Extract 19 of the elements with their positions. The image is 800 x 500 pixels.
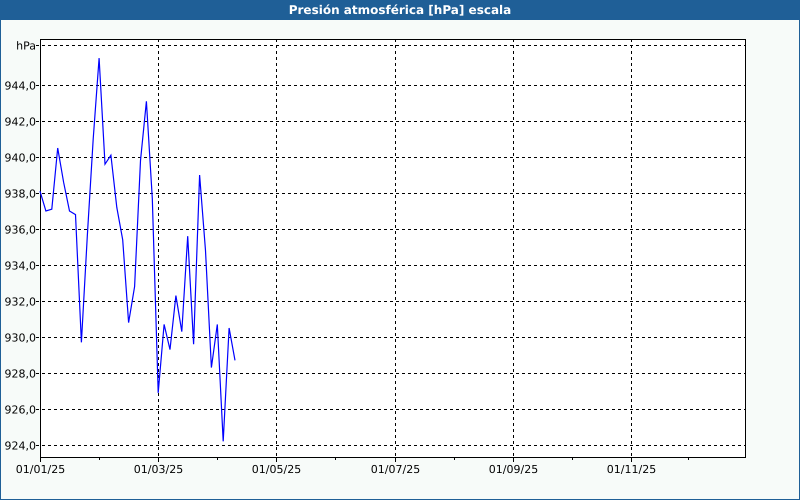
axis-label: 940,0 (4, 152, 36, 164)
axis-label: 928,0 (4, 368, 36, 380)
axis-label: 934,0 (4, 260, 36, 272)
axis-label: 01/03/25 (134, 463, 184, 476)
axis-label: 930,0 (4, 332, 36, 344)
axis-label: 926,0 (4, 404, 36, 416)
axis-label: 936,0 (4, 224, 36, 236)
window-title: Presión atmosférica [hPa] escala (288, 3, 512, 17)
axis-label: 01/11/25 (606, 463, 656, 476)
axis-label: 938,0 (4, 188, 36, 200)
axis-label: 01/07/25 (370, 463, 420, 476)
axis-title: hPa (16, 40, 36, 52)
axis-label: 944,0 (4, 80, 36, 92)
axis-label: 932,0 (4, 296, 36, 308)
axis-label: 924,0 (4, 440, 36, 452)
axis-label: 942,0 (4, 116, 36, 128)
axis-label: 01/01/25 (16, 463, 66, 476)
axis-label: 01/05/25 (252, 463, 302, 476)
axis-label: 01/09/25 (488, 463, 538, 476)
